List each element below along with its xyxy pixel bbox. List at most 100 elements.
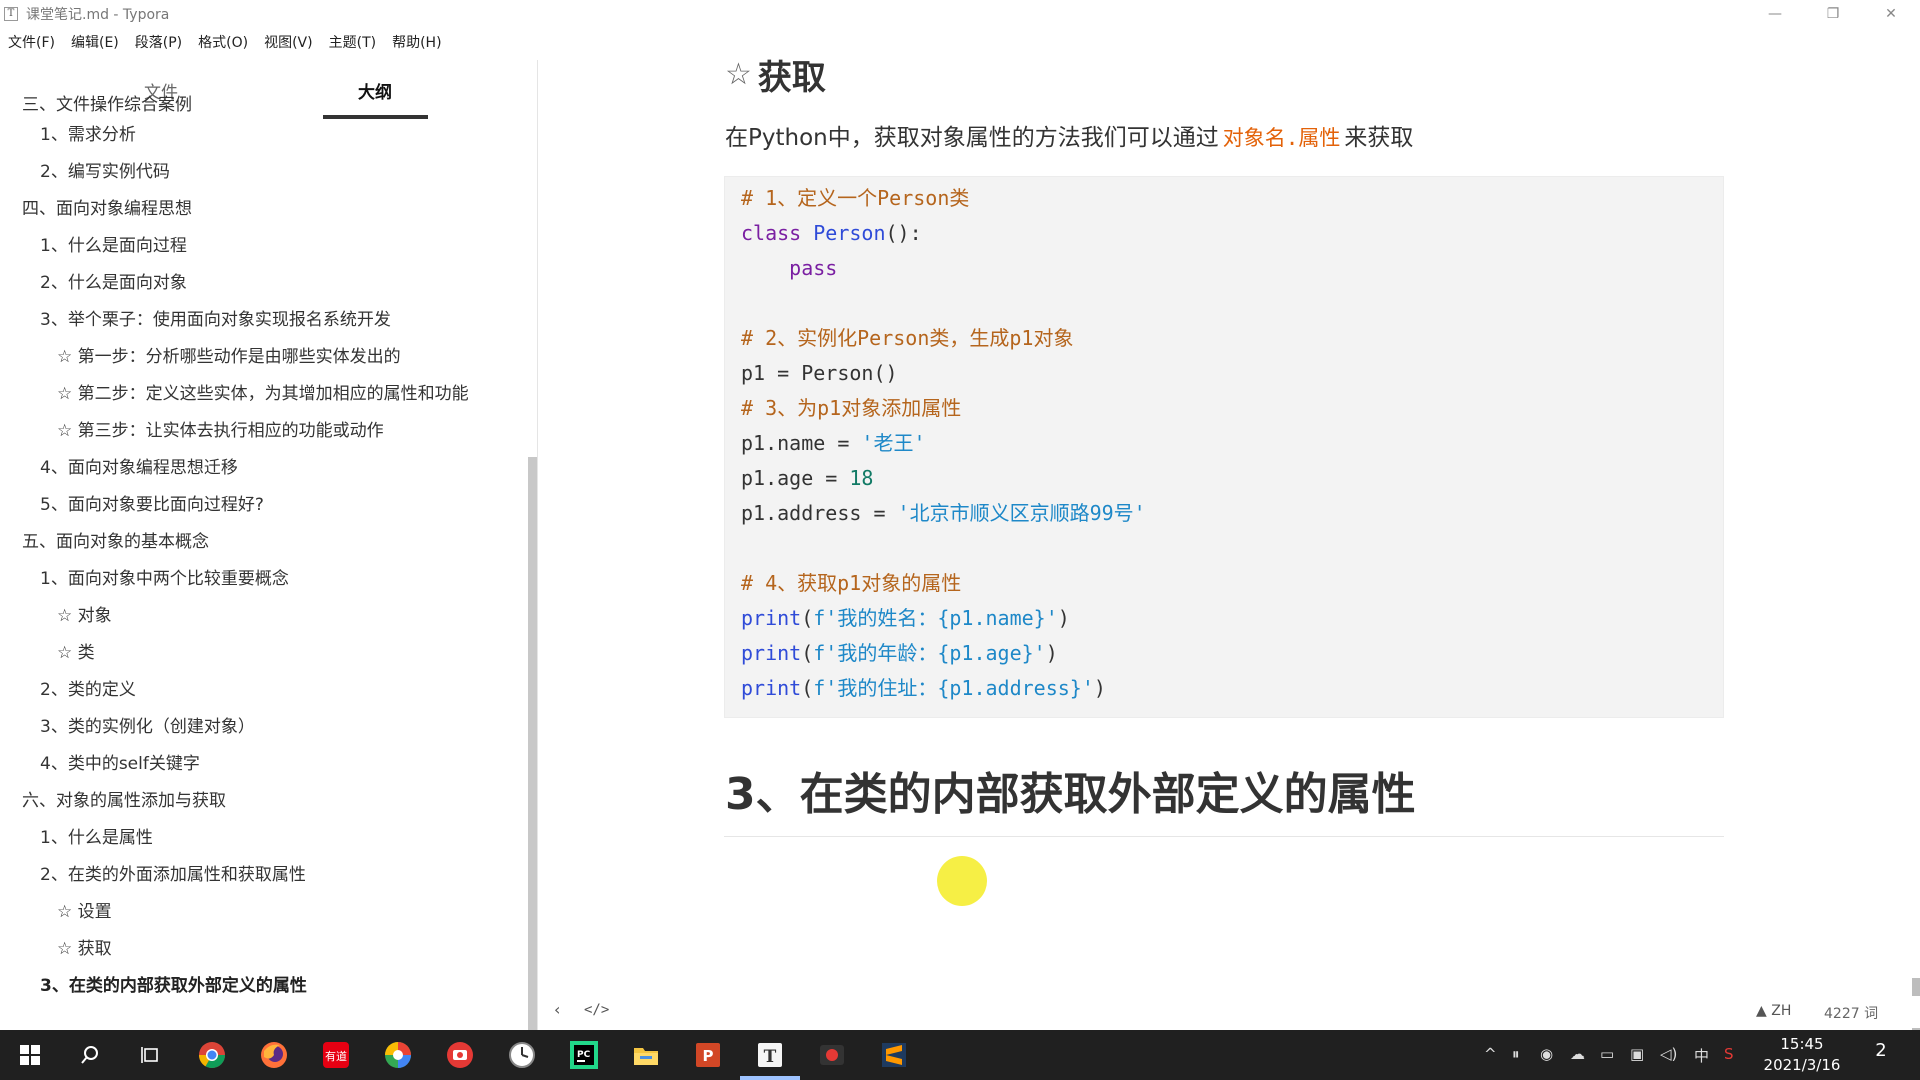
youdao-dictionary-icon[interactable]: 有道 [320,1039,352,1071]
chrome-icon[interactable] [196,1039,228,1071]
ime-indicator[interactable]: 中 [1694,1045,1709,1066]
paragraph-text: 在Python中，获取对象属性的方法我们可以通过 [725,125,1219,151]
code-text: p1.name = [741,431,862,455]
code-class-name: Person [813,221,886,245]
outline-item[interactable]: 3、类的实例化（创建对象） [40,712,255,737]
sogou-input-icon[interactable]: S [1724,1045,1734,1063]
powerpoint-icon[interactable]: P [692,1039,724,1071]
outline-item[interactable]: 2、编写实例代码 [40,157,170,182]
outline-item[interactable]: ☆ 第二步：定义这些实体，为其增加相应的属性和功能 [57,379,469,404]
windows-start-icon[interactable] [14,1039,46,1071]
colorful-browser-icon[interactable] [382,1039,414,1071]
code-text: (): [885,221,922,245]
svg-text:PC: PC [577,1050,591,1060]
outline-item[interactable]: ☆ 第一步：分析哪些动作是由哪些实体发出的 [57,342,401,367]
code-function: print [741,606,802,630]
language-indicator[interactable]: ▲ ZH [1756,1003,1791,1019]
menu-help[interactable]: 帮助(H) [384,32,449,52]
notification-count: 2 [1875,1040,1887,1061]
code-comment: # 1、定义一个Person类 [741,186,970,210]
outline-item[interactable]: 2、在类的外面添加属性和获取属性 [40,860,306,885]
task-view-icon[interactable] [134,1039,166,1071]
close-button[interactable]: ✕ [1862,0,1920,28]
svg-text:P: P [703,1047,714,1065]
outline-item[interactable]: 3、举个栗子：使用面向对象实现报名系统开发 [40,305,391,330]
outline-item[interactable]: ☆ 对象 [57,601,112,626]
pycharm-icon[interactable]: PC [568,1039,600,1071]
outline-item[interactable]: 1、什么是属性 [40,823,153,848]
taskbar: 有道 PC P T ^ ⏸ ◉ ☁ ▭ ▣ ◁) 中 S 15:45 2021/… [0,1030,1920,1080]
screen-recorder-icon[interactable] [444,1039,476,1071]
minimize-button[interactable]: — [1746,0,1804,28]
network-icon[interactable]: ▣ [1630,1045,1644,1063]
status-bar: ‹ </> ▲ ZH 4227 词 [540,996,1920,1028]
outline-item[interactable]: 5、面向对象要比面向过程好? [40,490,264,515]
heading-divider [724,836,1724,837]
pause-icon[interactable]: ⏸ [1512,1045,1520,1063]
menu-paragraph[interactable]: 段落(P) [127,32,190,52]
outline-item[interactable]: ☆ 获取 [57,934,112,959]
code-text: p1.age = [741,466,850,490]
sync-icon[interactable]: ◉ [1540,1045,1553,1063]
outline-item[interactable]: 五、面向对象的基本概念 [22,527,209,552]
outline-item[interactable]: 4、类中的self关键字 [40,749,200,774]
word-count[interactable]: 4227 词 [1824,1003,1878,1023]
outline-item[interactable]: ☆ 设置 [57,897,112,922]
code-line: p1.name = '老王' [741,426,926,460]
code-keyword: pass [741,256,838,280]
sidebar-scrollbar[interactable] [528,457,537,1030]
title-bar: T 课堂笔记.md - Typora — ❐ ✕ [0,0,1920,28]
code-string: f'我的年龄：{p1.age}' [813,641,1046,665]
outline-item[interactable]: 2、什么是面向对象 [40,268,187,293]
volume-icon[interactable]: ◁) [1660,1045,1677,1063]
cloud-icon[interactable]: ☁ [1570,1045,1585,1063]
code-block[interactable]: # 1、定义一个Person类 class Person(): pass # 2… [724,176,1724,718]
restore-button[interactable]: ❐ [1804,0,1862,28]
code-keyword: class [741,221,802,245]
typora-taskbar-icon[interactable]: T [754,1039,786,1071]
heading-get: ☆ 获取 [725,50,826,99]
sublime-app-icon[interactable] [878,1039,910,1071]
outline-item[interactable]: 4、面向对象编程思想迁移 [40,453,238,478]
outline-item[interactable]: 四、面向对象编程思想 [22,194,192,219]
file-explorer-icon[interactable] [630,1039,662,1071]
outline-item[interactable]: ☆ 类 [57,638,95,663]
menu-theme[interactable]: 主题(T) [321,32,384,52]
chevron-left-icon[interactable]: ‹ [554,1000,560,1019]
taskbar-active-indicator [740,1076,800,1080]
code-string: '老王' [861,431,926,455]
outline-item[interactable]: 六、对象的属性添加与获取 [22,786,226,811]
editor-area[interactable]: ☆ 获取 在Python中，获取对象属性的方法我们可以通过 对象名.属性 来获取 #… [540,30,1920,1030]
code-line: print(f'我的住址：{p1.address}') [741,676,1106,700]
outline-item[interactable]: 1、面向对象中两个比较重要概念 [40,564,289,589]
code-line: print(f'我的姓名：{p1.name}') [741,606,1070,630]
outline-item[interactable]: 三、文件操作综合案例 [22,90,192,115]
firefox-icon[interactable] [258,1039,290,1071]
clock-app-icon[interactable] [506,1039,538,1071]
tab-outline[interactable]: 大纲 [358,78,392,103]
outline-item[interactable]: 1、什么是面向过程 [40,231,187,256]
menu-edit[interactable]: 编辑(E) [63,32,127,52]
code-number: 18 [849,466,874,490]
paragraph-text: 来获取 [1344,125,1414,151]
battery-icon[interactable]: ▭ [1600,1045,1614,1063]
code-line: p1 = Person() [741,361,898,385]
code-line: p1.age = 18 [741,461,873,495]
menu-format[interactable]: 格式(O) [190,32,256,52]
outline-item-active[interactable]: 3、在类的内部获取外部定义的属性 [40,971,307,996]
source-code-toggle-icon[interactable]: </> [584,1002,609,1018]
code-comment: # 4、获取p1对象的属性 [741,571,962,595]
search-icon[interactable] [74,1039,106,1071]
system-clock[interactable]: 15:45 2021/3/16 [1754,1034,1850,1076]
menu-bar: 文件(F) 编辑(E) 段落(P) 格式(O) 视图(V) 主题(T) 帮助(H… [0,30,450,54]
code-string: f'我的姓名：{p1.name}' [813,606,1058,630]
menu-file[interactable]: 文件(F) [0,32,63,52]
recording-app-icon[interactable] [816,1039,848,1071]
menu-view[interactable]: 视图(V) [256,32,321,52]
outline-item[interactable]: 1、需求分析 [40,120,136,145]
outline-item[interactable]: ☆ 第三步：让实体去执行相应的功能或动作 [57,416,384,441]
notification-center-icon[interactable]: 2 [1866,1040,1896,1068]
outline-item[interactable]: 2、类的定义 [40,675,136,700]
chevron-up-icon[interactable]: ^ [1484,1045,1497,1063]
active-tab-indicator [323,115,428,119]
